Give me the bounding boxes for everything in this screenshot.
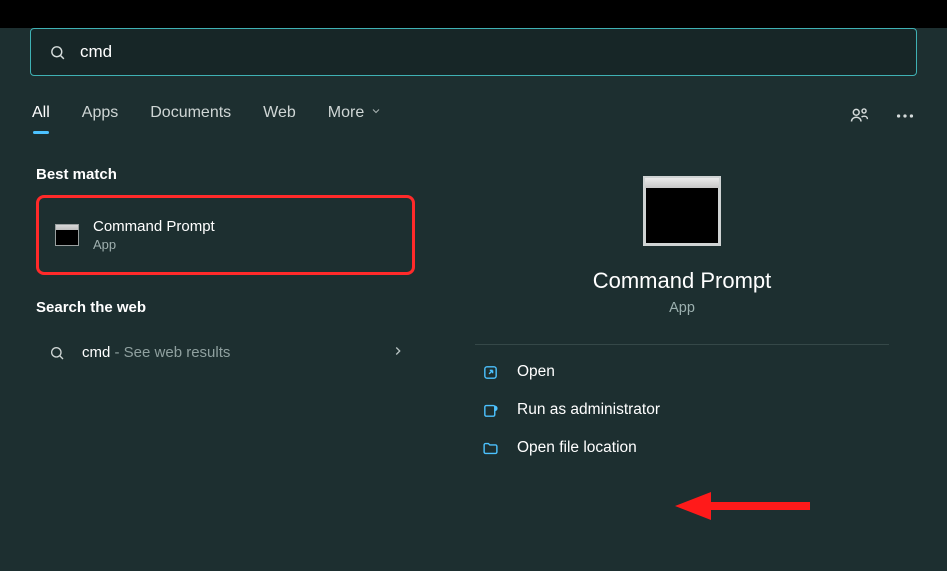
search-bar[interactable] xyxy=(30,28,917,76)
tab-more[interactable]: More xyxy=(326,100,384,132)
account-icon[interactable] xyxy=(847,104,871,128)
action-open-file-location[interactable]: Open file location xyxy=(475,429,889,467)
result-subtitle: App xyxy=(93,237,215,252)
open-icon xyxy=(481,363,499,381)
action-admin-label: Run as administrator xyxy=(517,401,660,419)
shield-icon xyxy=(481,401,499,419)
tab-web[interactable]: Web xyxy=(261,100,298,132)
action-run-as-administrator[interactable]: Run as administrator xyxy=(475,391,889,429)
command-prompt-icon xyxy=(55,224,79,246)
result-title: Command Prompt xyxy=(93,218,215,235)
annotation-arrow xyxy=(675,486,815,526)
detail-app-subtitle: App xyxy=(669,300,695,316)
web-result-suffix: - See web results xyxy=(110,344,230,361)
divider xyxy=(475,344,889,345)
detail-app-title: Command Prompt xyxy=(593,268,772,294)
tab-all[interactable]: All xyxy=(30,100,52,132)
search-icon xyxy=(49,44,66,61)
action-open[interactable]: Open xyxy=(475,353,889,391)
best-match-heading: Best match xyxy=(36,166,415,183)
web-result-text: cmd - See web results xyxy=(82,344,375,361)
search-input[interactable] xyxy=(80,42,898,62)
more-options-icon[interactable] xyxy=(893,104,917,128)
chevron-down-icon xyxy=(370,104,382,122)
folder-icon xyxy=(481,439,499,457)
search-icon xyxy=(48,345,66,361)
tab-more-label: More xyxy=(328,104,364,122)
tab-documents[interactable]: Documents xyxy=(148,100,233,132)
search-web-heading: Search the web xyxy=(36,299,415,316)
web-result-term: cmd xyxy=(82,344,110,361)
action-location-label: Open file location xyxy=(517,439,637,457)
web-result-row[interactable]: cmd - See web results xyxy=(36,328,415,377)
tab-apps[interactable]: Apps xyxy=(80,100,120,132)
command-prompt-icon xyxy=(643,176,721,246)
best-match-result[interactable]: Command Prompt App xyxy=(36,195,415,275)
filter-tabs: All Apps Documents Web More xyxy=(30,100,384,132)
chevron-right-icon xyxy=(391,342,405,363)
action-open-label: Open xyxy=(517,363,555,381)
